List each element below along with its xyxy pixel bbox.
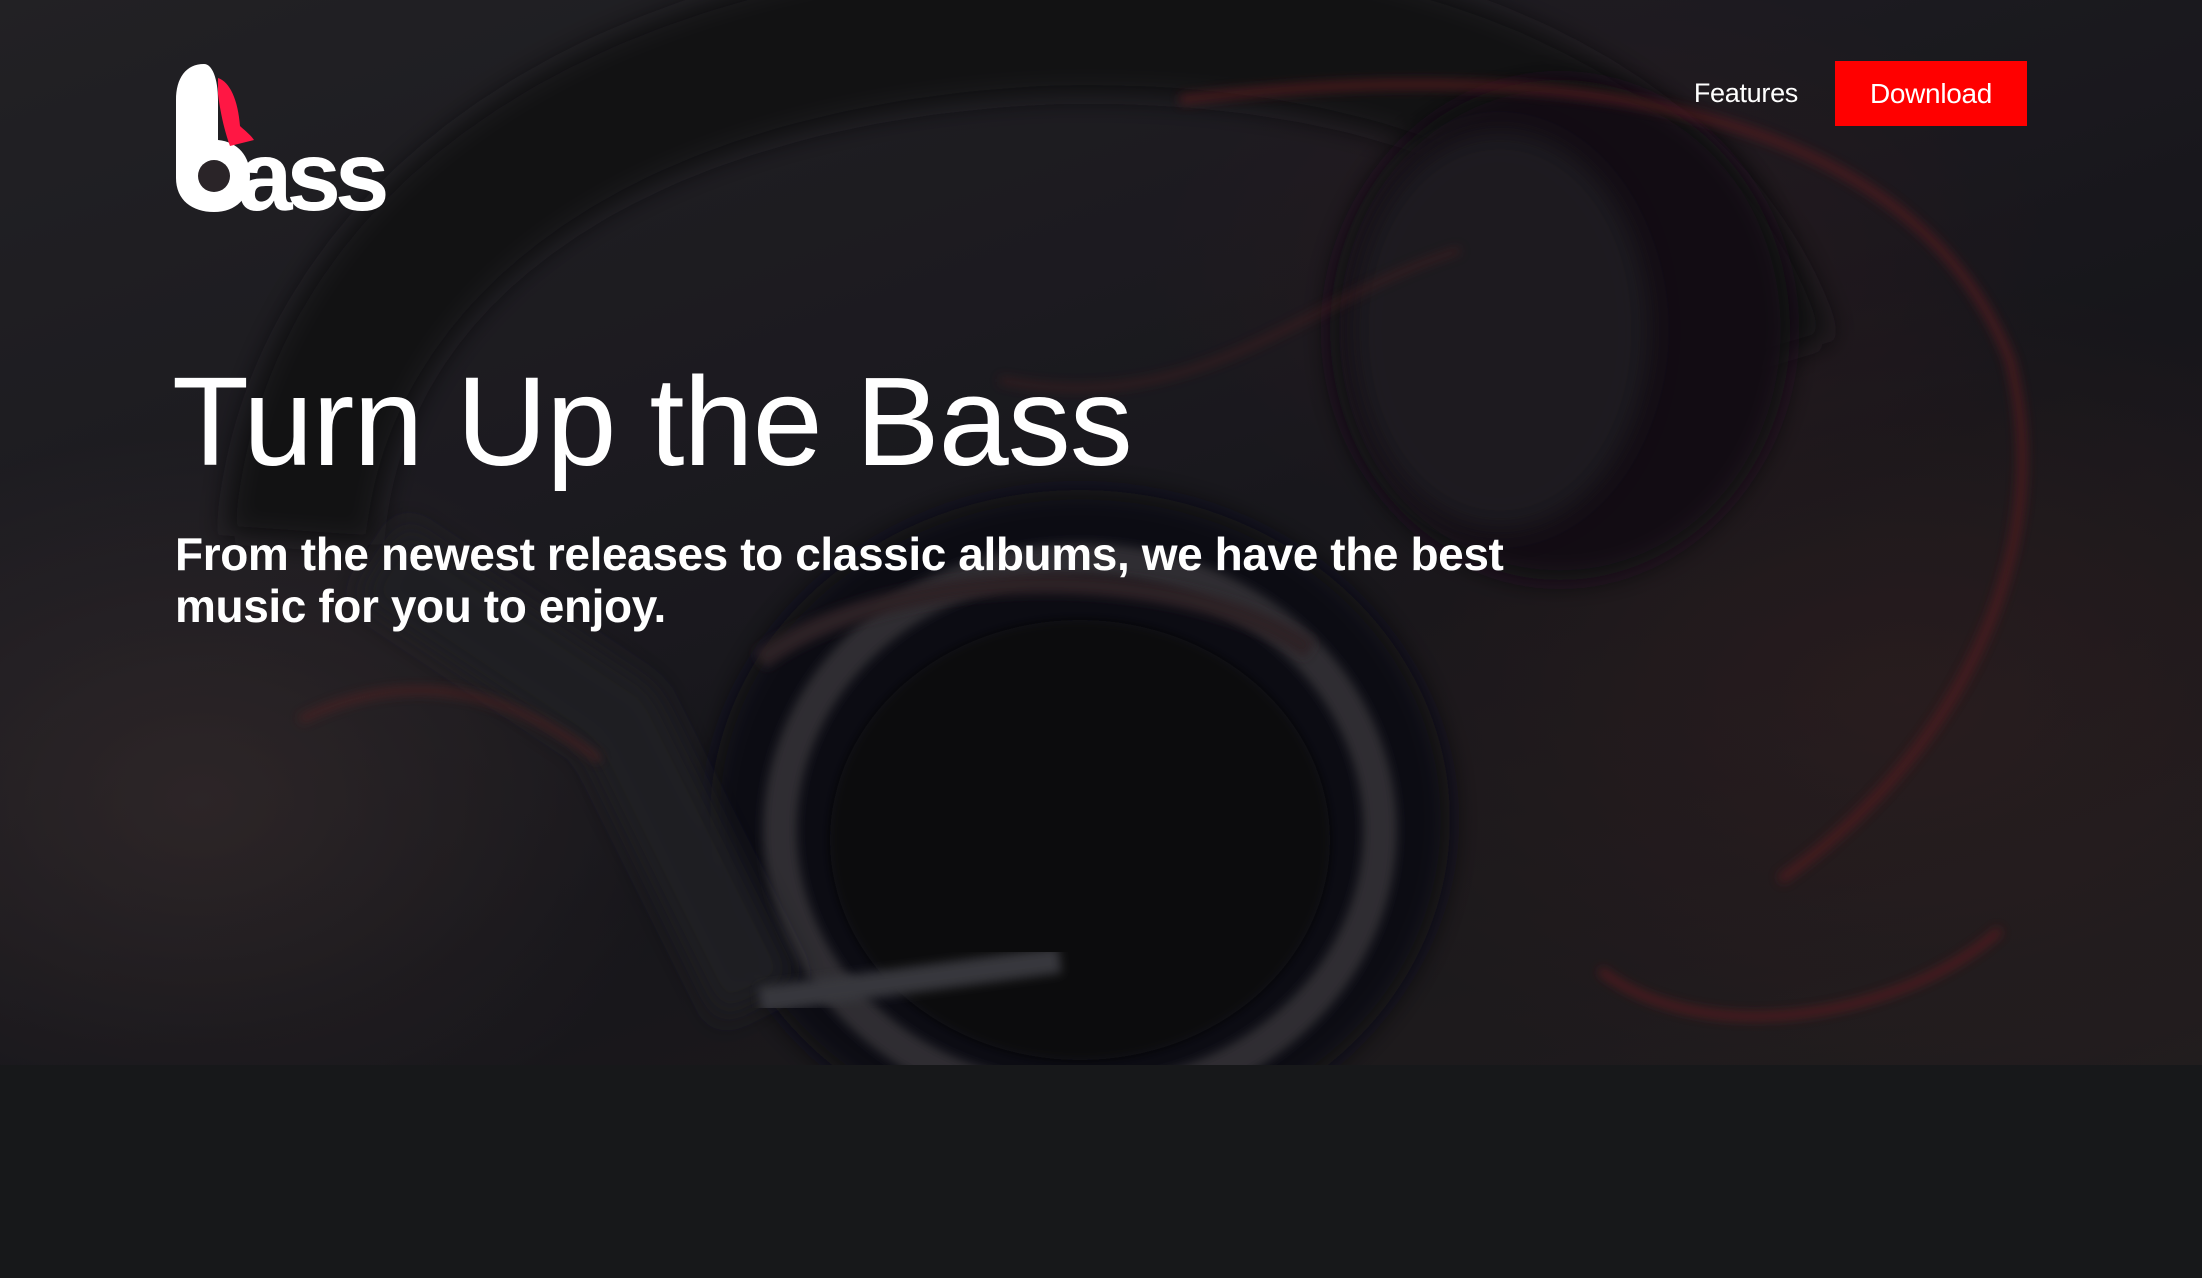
hero-section: ass Features Download Turn Up the Bass F… [0,0,2202,1065]
hero-subheadline: From the newest releases to classic albu… [175,528,1504,632]
landing-page: ass Features Download Turn Up the Bass F… [0,0,2202,1278]
bass-logo[interactable]: ass [174,60,390,216]
headphone-b-logo-icon: ass [176,64,390,216]
nav-link-features[interactable]: Features [1694,78,1798,109]
footer-band [0,1065,2202,1278]
top-navigation: Features Download [1694,61,2027,126]
hero-headline: Turn Up the Bass [172,351,1133,492]
svg-text:ass: ass [238,121,386,216]
download-button[interactable]: Download [1835,61,2027,126]
